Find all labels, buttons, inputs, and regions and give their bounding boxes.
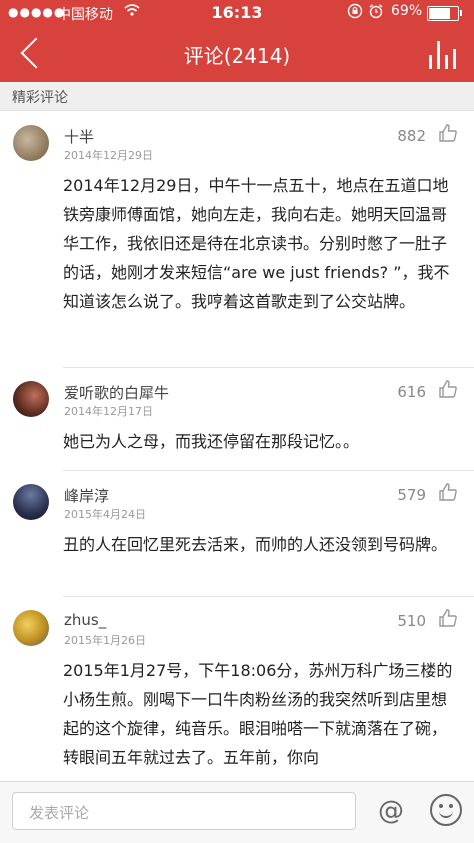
comment-username[interactable]: 十半 [64, 126, 94, 147]
nav-bar: 评论(2414) [0, 26, 474, 82]
battery-icon [427, 6, 462, 21]
comment-username[interactable]: 爱听歌的白犀牛 [64, 382, 169, 403]
top-bar: ●●●●● 中国移动 16:13 69% 评论(2414) [0, 0, 474, 82]
comment-date: 2015年4月24日 [64, 508, 146, 521]
rotation-lock-icon [347, 3, 363, 23]
avatar[interactable] [13, 125, 49, 161]
thumbs-up-icon[interactable] [438, 123, 458, 143]
comment-text: 她已为人之母，而我还停留在那段记忆。。 [63, 432, 360, 451]
comment-list[interactable]: 十半 2014年12月29日 882 2014年12月29日，中午十一点五十，地… [0, 111, 474, 781]
comment-input-placeholder: 发表评论 [29, 804, 90, 822]
thumbs-up-icon[interactable] [438, 608, 458, 628]
page-title: 评论(2414) [183, 44, 291, 68]
like-count: 510 [397, 612, 426, 630]
avatar[interactable] [13, 381, 49, 417]
thumbs-up-icon[interactable] [438, 482, 458, 502]
comment-item: zhus_ 2015年1月26日 510 2015年1月27号，下午18:06分… [0, 596, 474, 781]
comment-item: 十半 2014年12月29日 882 2014年12月29日，中午十一点五十，地… [0, 111, 474, 367]
alarm-icon [368, 3, 384, 23]
comment-username[interactable]: zhus_ [64, 611, 106, 629]
like-count: 882 [397, 127, 426, 145]
comment-text: 2014年12月29日，中午十一点五十，地点在五道口地铁旁康师傅面馆，她向左走，… [63, 176, 450, 311]
comment-item: 峰岸淳 2015年4月24日 579 丑的人在回忆里死去活来，而帅的人还没领到号… [0, 470, 474, 596]
emoji-icon[interactable] [430, 794, 462, 826]
comment-date: 2015年1月26日 [64, 634, 146, 647]
like-count: 616 [397, 383, 426, 401]
section-header: 精彩评论 [0, 82, 474, 111]
battery-percent: 69% [391, 3, 423, 19]
like-count: 579 [397, 486, 426, 504]
comment-item: 爱听歌的白犀牛 2014年12月17日 616 她已为人之母，而我还停留在那段记… [0, 367, 474, 470]
comment-date: 2014年12月17日 [64, 405, 153, 418]
chart-icon[interactable] [425, 39, 459, 69]
comment-input[interactable]: 发表评论 [12, 792, 356, 830]
avatar[interactable] [13, 610, 49, 646]
mention-icon[interactable]: @ [374, 794, 408, 828]
comment-composer: 发表评论 @ [0, 781, 474, 843]
comment-username[interactable]: 峰岸淳 [64, 485, 109, 506]
avatar[interactable] [13, 484, 49, 520]
thumbs-up-icon[interactable] [438, 379, 458, 399]
status-bar: ●●●●● 中国移动 16:13 69% [0, 0, 474, 26]
comment-date: 2014年12月29日 [64, 149, 153, 162]
section-label: 精彩评论 [12, 90, 68, 106]
comment-text: 丑的人在回忆里死去活来，而帅的人还没领到号码牌。 [63, 535, 448, 554]
comment-text: 2015年1月27号，下午18:06分，苏州万科广场三楼的小杨生煎。刚喝下一口牛… [63, 661, 453, 767]
